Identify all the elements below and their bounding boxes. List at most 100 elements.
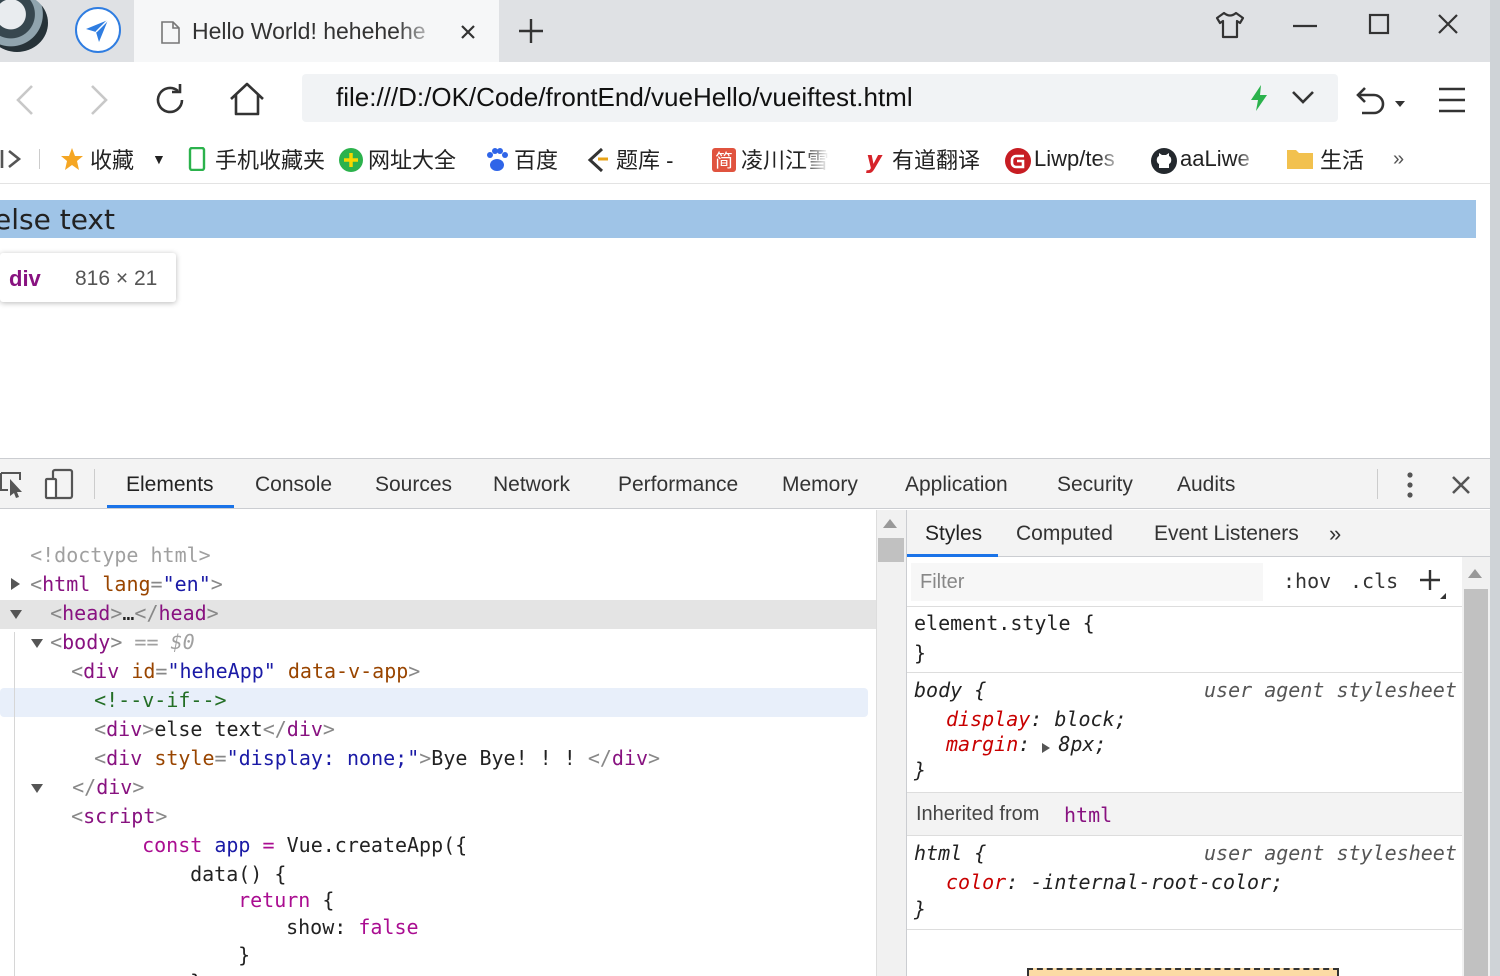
bookmark-item[interactable]: y 有道翻译 bbox=[862, 142, 980, 176]
bookmark-item[interactable]: Liwp/tes bbox=[1004, 142, 1124, 176]
tab-performance[interactable]: Performance bbox=[618, 470, 738, 500]
bookmarks-more-button[interactable]: » bbox=[1393, 142, 1404, 176]
html-rule-selector[interactable]: html { bbox=[914, 839, 986, 867]
dom-row-head[interactable]: <head>…</head> bbox=[26, 571, 219, 625]
collapse-triangle-icon[interactable] bbox=[10, 610, 22, 619]
undo-icon[interactable] bbox=[1352, 84, 1386, 116]
devtools-close-icon[interactable] bbox=[1451, 475, 1471, 495]
window-close-icon[interactable] bbox=[1437, 13, 1459, 35]
dom-row-div-else[interactable]: <div>else text</div> bbox=[70, 687, 335, 741]
tab-console[interactable]: Console bbox=[255, 470, 332, 500]
css-declaration[interactable]: display: block; bbox=[946, 705, 1127, 733]
bracket: > bbox=[408, 659, 421, 683]
styles-filter-input[interactable] bbox=[911, 563, 1263, 601]
bookmark-label: aaLiwe bbox=[1180, 146, 1250, 171]
phone-icon bbox=[185, 146, 209, 172]
scroll-up-arrow-icon[interactable] bbox=[1468, 569, 1482, 578]
device-toolbar-icon[interactable] bbox=[44, 468, 74, 500]
dom-row-body[interactable]: <body> == $0 bbox=[26, 600, 195, 654]
maximize-icon[interactable] bbox=[1368, 13, 1390, 35]
styles-scroll-thumb[interactable] bbox=[1464, 589, 1488, 976]
tab-network[interactable]: Network bbox=[493, 470, 570, 500]
code-text: Vue.createApp({ bbox=[286, 833, 468, 857]
forward-arrow-icon[interactable] bbox=[84, 82, 114, 118]
tab-close-icon[interactable] bbox=[456, 20, 480, 44]
inherited-element-link[interactable]: html bbox=[1064, 801, 1112, 829]
navigation-arrow-icon[interactable] bbox=[75, 7, 121, 53]
tab-title: Hello World! hehehehe bbox=[192, 18, 426, 44]
more-vertical-icon[interactable] bbox=[1404, 470, 1416, 500]
dom-row-div-app[interactable]: <div id="heheApp" data-v-app> bbox=[47, 629, 420, 683]
reload-icon[interactable] bbox=[152, 82, 188, 118]
element-style-selector[interactable]: element.style { bbox=[914, 609, 1095, 637]
inspect-element-icon[interactable] bbox=[0, 468, 26, 498]
more-tabs-button[interactable]: » bbox=[1329, 519, 1341, 549]
dom-row-html[interactable]: <html lang="en"> bbox=[6, 542, 223, 596]
tab-styles[interactable]: Styles bbox=[925, 519, 982, 549]
inherited-label: Inherited from bbox=[916, 803, 1040, 825]
bookmark-item[interactable]: aaLiwe bbox=[1150, 142, 1260, 176]
code-text: }, bbox=[190, 970, 214, 976]
new-tab-plus-icon[interactable] bbox=[517, 17, 545, 45]
hover-state-button[interactable]: :hov bbox=[1283, 567, 1331, 595]
bookmark-label: 网址大全 bbox=[368, 148, 457, 173]
bookmark-item[interactable]: 简 凌川江雪 bbox=[711, 142, 829, 176]
close-brace: } bbox=[914, 641, 927, 665]
skin-shirt-icon[interactable] bbox=[1214, 10, 1246, 40]
tab-event-listeners[interactable]: Event Listeners bbox=[1154, 519, 1299, 549]
css-declaration[interactable]: margin: 8px; bbox=[946, 730, 1107, 758]
collapse-triangle-icon[interactable] bbox=[31, 784, 43, 793]
tab-sources[interactable]: Sources bbox=[375, 470, 452, 500]
sidebar-toggle-icon[interactable] bbox=[0, 147, 26, 171]
bookmark-item[interactable]: 手机收藏夹 bbox=[185, 142, 325, 176]
bookmark-item[interactable]: 百度 bbox=[484, 142, 558, 176]
dom-row-comment[interactable]: <!--v-if--> bbox=[70, 658, 226, 712]
dom-row-script[interactable]: <script> bbox=[47, 774, 167, 828]
minimize-icon[interactable] bbox=[1292, 18, 1318, 28]
tab-computed[interactable]: Computed bbox=[1016, 519, 1113, 549]
dom-row-doctype[interactable]: <!doctype html> bbox=[6, 513, 211, 567]
collapse-triangle-icon[interactable] bbox=[31, 639, 43, 648]
bookmark-item[interactable]: 题库 - bbox=[586, 142, 673, 176]
expand-triangle-icon[interactable] bbox=[11, 578, 20, 590]
bookmark-item[interactable]: 收藏 ▼ bbox=[60, 142, 166, 176]
tab-audits[interactable]: Audits bbox=[1177, 470, 1235, 500]
code-line: show: false bbox=[262, 885, 418, 939]
dom-row-div-bye[interactable]: <div style="display: none;">Bye Bye! ! !… bbox=[70, 716, 660, 770]
class-toggle-button[interactable]: .cls bbox=[1350, 567, 1398, 595]
code-line: } bbox=[214, 913, 250, 967]
home-icon[interactable] bbox=[228, 80, 266, 118]
tab-security[interactable]: Security bbox=[1057, 470, 1133, 500]
tab-application[interactable]: Application bbox=[905, 470, 1008, 500]
caret-down-icon[interactable] bbox=[1394, 95, 1406, 107]
css-property: color bbox=[946, 870, 1007, 894]
url-text[interactable]: file:///D:/OK/Code/frontEnd/vueHello/vue… bbox=[336, 80, 913, 114]
dom-scroll-thumb[interactable] bbox=[878, 538, 904, 562]
css-property: display bbox=[946, 707, 1031, 731]
baidu-paw-icon bbox=[484, 147, 508, 171]
expand-triangle-icon[interactable] bbox=[1042, 743, 1051, 753]
caret-down-icon[interactable]: ▼ bbox=[152, 151, 166, 167]
scroll-up-arrow-icon[interactable] bbox=[883, 519, 897, 528]
attr-value: "display: none;" bbox=[226, 746, 420, 770]
bookmark-item[interactable]: 生活 bbox=[1286, 142, 1364, 176]
new-style-rule-icon[interactable] bbox=[1419, 569, 1446, 599]
youdao-icon: y bbox=[862, 146, 886, 174]
hamburger-menu-icon[interactable] bbox=[1437, 86, 1467, 114]
bookmark-label: 题库 - bbox=[616, 148, 674, 173]
rule-source: user agent stylesheet bbox=[1204, 678, 1457, 702]
gitee-icon bbox=[1004, 147, 1031, 174]
tab-memory[interactable]: Memory bbox=[782, 470, 858, 500]
tooltip-tag-name: div bbox=[9, 266, 41, 291]
page-text: else text bbox=[0, 203, 115, 236]
bookmark-item[interactable]: 网址大全 bbox=[338, 142, 456, 176]
speed-bolt-icon[interactable] bbox=[1248, 84, 1270, 112]
dom-row-div-close[interactable]: </div> bbox=[48, 745, 144, 799]
chevron-down-icon[interactable] bbox=[1290, 88, 1316, 106]
body-rule-selector[interactable]: body { bbox=[914, 676, 986, 704]
back-arrow-icon[interactable] bbox=[10, 82, 40, 118]
dom-scrollbar[interactable] bbox=[876, 510, 906, 976]
devtools-tab-bar bbox=[0, 459, 1490, 509]
css-declaration[interactable]: color: -internal-root-color; bbox=[946, 868, 1283, 896]
tab-elements[interactable]: Elements bbox=[126, 470, 214, 500]
